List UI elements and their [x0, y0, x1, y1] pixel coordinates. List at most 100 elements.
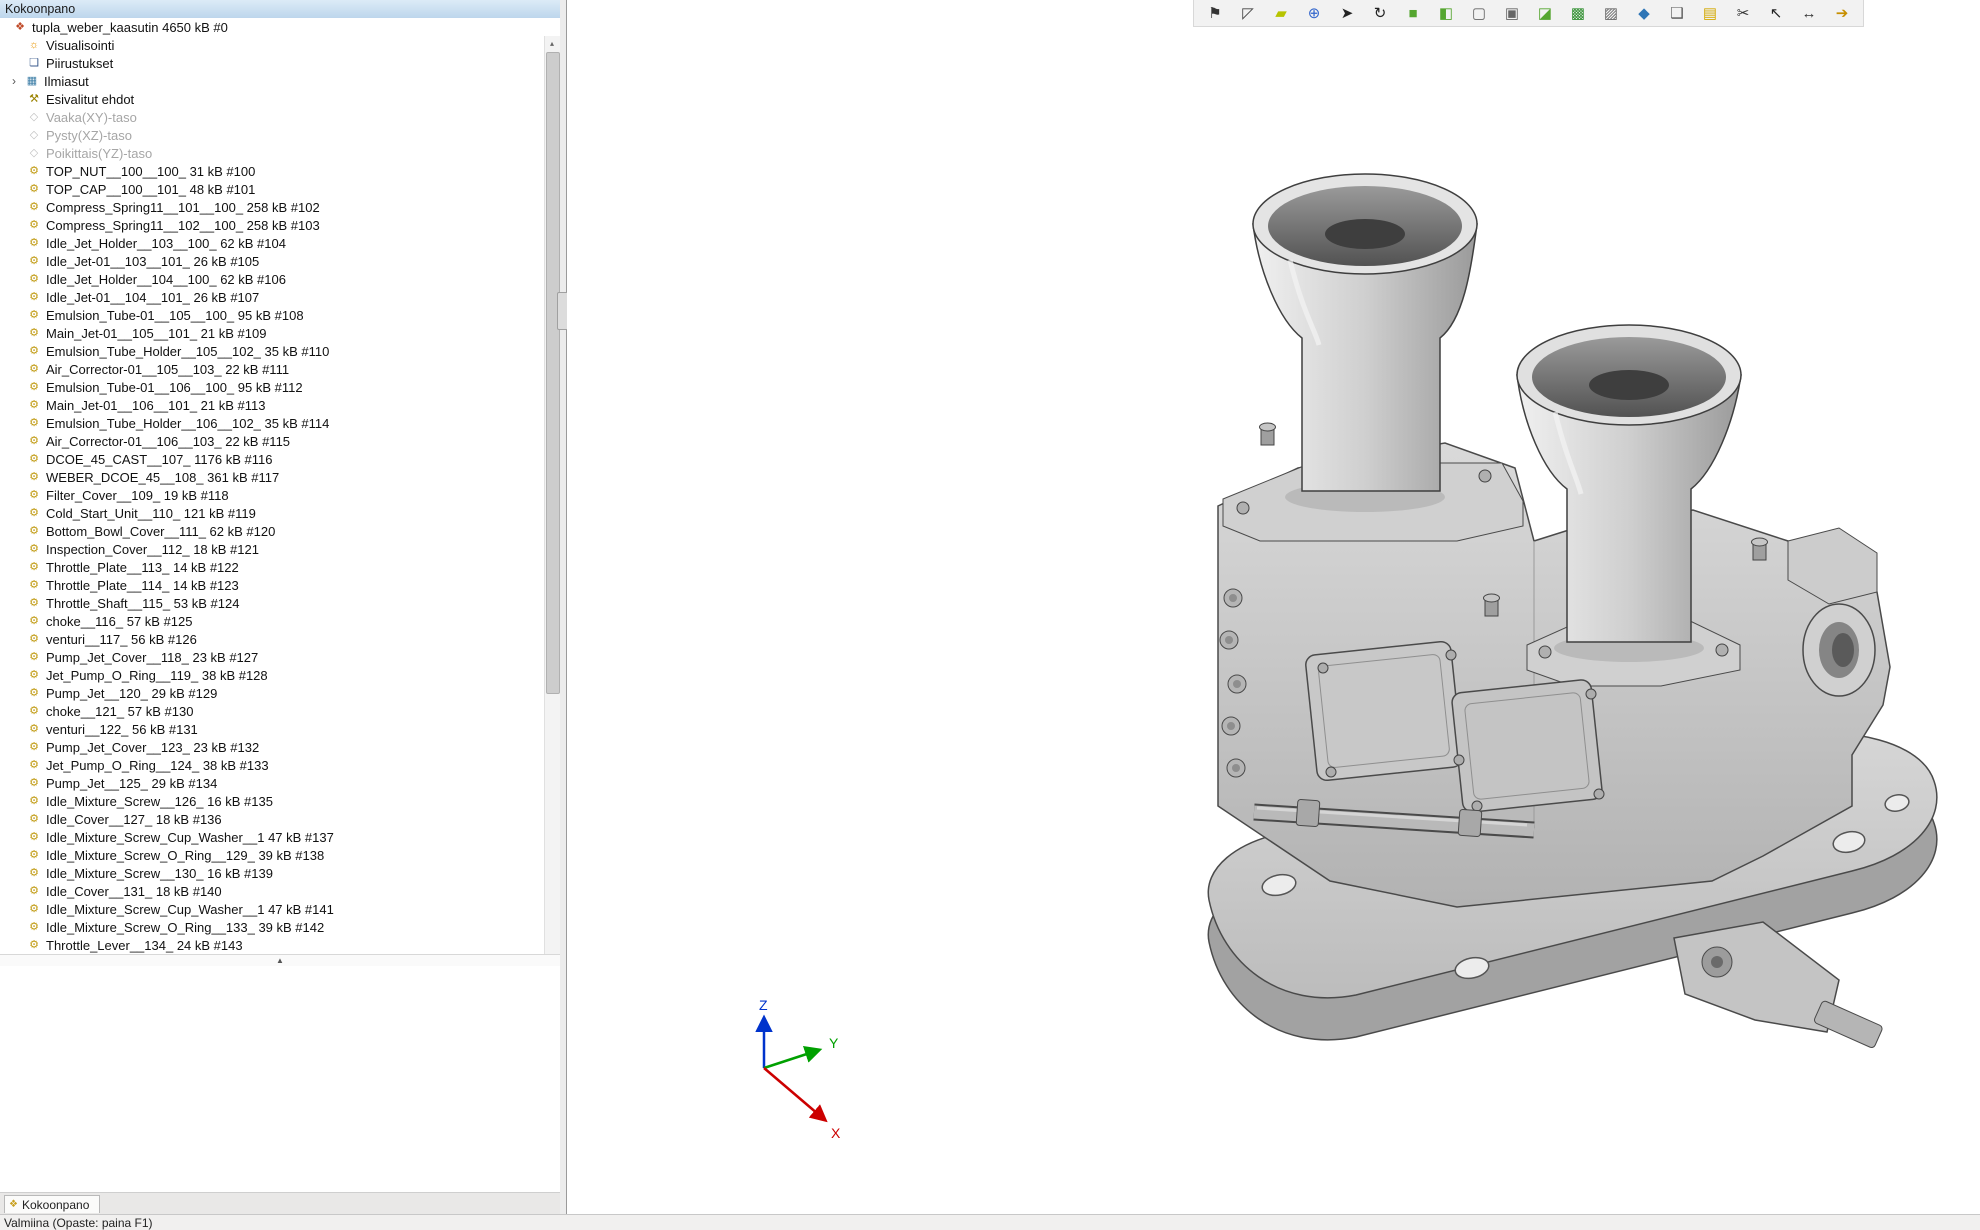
tree-item[interactable]: ⚙choke__116_ 57 kB #125 — [0, 612, 545, 630]
tree-item[interactable]: ⚙TOP_NUT__100__100_ 31 kB #100 — [0, 162, 545, 180]
tree-item[interactable]: ⚙Idle_Jet_Holder__104__100_ 62 kB #106 — [0, 270, 545, 288]
tab-kokoonpano[interactable]: ❖ Kokoonpano — [4, 1195, 100, 1213]
tree-item[interactable]: ⚙Emulsion_Tube_Holder__105__102_ 35 kB #… — [0, 342, 545, 360]
tree-item[interactable]: ⚙TOP_CAP__100__101_ 48 kB #101 — [0, 180, 545, 198]
layers-icon[interactable]: ▤ — [1697, 1, 1723, 25]
part-icon: ⚙ — [26, 288, 42, 306]
pin-icon[interactable]: ⚑ — [1202, 1, 1228, 25]
3d-model-canvas[interactable]: Z Y X — [567, 0, 1980, 1214]
tree-item[interactable]: ⚙Compress_Spring11__102__100_ 258 kB #10… — [0, 216, 545, 234]
cut-icon[interactable]: ✂ — [1730, 1, 1756, 25]
tree-item-label: Idle_Mixture_Screw_O_Ring__129_ 39 kB #1… — [46, 848, 324, 863]
tree-item[interactable]: ⚙Idle_Cover__127_ 18 kB #136 — [0, 810, 545, 828]
tree-item-label: Throttle_Plate__113_ 14 kB #122 — [46, 560, 239, 575]
tree-item[interactable]: ⚙Air_Corrector-01__106__103_ 22 kB #115 — [0, 432, 545, 450]
tree-item[interactable]: ⚙Bottom_Bowl_Cover__111_ 62 kB #120 — [0, 522, 545, 540]
tree-item[interactable]: ⚙Emulsion_Tube_Holder__106__102_ 35 kB #… — [0, 414, 545, 432]
tree-item[interactable]: ◇Pysty(XZ)-taso — [0, 126, 545, 144]
box-solid-icon[interactable]: ◧ — [1433, 1, 1459, 25]
tree-item[interactable]: ⚙venturi__122_ 56 kB #131 — [0, 720, 545, 738]
tree-item[interactable]: ⚙Idle_Mixture_Screw_O_Ring__133_ 39 kB #… — [0, 918, 545, 936]
tree-item-label: Pump_Jet_Cover__123_ 23 kB #132 — [46, 740, 259, 755]
tree-item[interactable]: ⚙Emulsion_Tube-01__106__100_ 95 kB #112 — [0, 378, 545, 396]
tree-item[interactable]: ⚙Idle_Jet-01__104__101_ 26 kB #107 — [0, 288, 545, 306]
tree-item[interactable]: ☼Visualisointi — [0, 36, 545, 54]
export-icon[interactable]: ➔ — [1829, 1, 1855, 25]
tree-item[interactable]: ⚙Throttle_Plate__114_ 14 kB #123 — [0, 576, 545, 594]
rotate-view-icon[interactable]: ↻ — [1367, 1, 1393, 25]
tree-item[interactable]: ⚙Idle_Mixture_Screw__130_ 16 kB #139 — [0, 864, 545, 882]
move-axes-icon[interactable]: ↔ — [1796, 1, 1822, 25]
panel-header[interactable]: Kokoonpano — [0, 0, 560, 19]
tree-item[interactable]: ⚙choke__121_ 57 kB #130 — [0, 702, 545, 720]
3d-viewport[interactable]: Z Y X — [567, 0, 1980, 1214]
tree-item[interactable]: ⚙Idle_Mixture_Screw_O_Ring__129_ 39 kB #… — [0, 846, 545, 864]
assembly-tree[interactable]: ❖tupla_weber_kaasutin 4650 kB #0☼Visuali… — [0, 18, 560, 954]
tree-item[interactable]: ⚙Jet_Pump_O_Ring__124_ 38 kB #133 — [0, 756, 545, 774]
tree-item[interactable]: ⚙Pump_Jet__125_ 29 kB #134 — [0, 774, 545, 792]
part-icon: ⚙ — [26, 468, 42, 486]
tree-item[interactable]: ⚙Compress_Spring11__101__100_ 258 kB #10… — [0, 198, 545, 216]
tree-root-item[interactable]: ❖tupla_weber_kaasutin 4650 kB #0 — [0, 18, 545, 36]
tree-item[interactable]: ⚙Main_Jet-01__106__101_ 21 kB #113 — [0, 396, 545, 414]
part-icon: ⚙ — [26, 900, 42, 918]
tree-item[interactable]: ⚙Emulsion_Tube-01__105__100_ 95 kB #108 — [0, 306, 545, 324]
tree-item-label: Visualisointi — [46, 38, 114, 53]
tree-item-label: Idle_Jet_Holder__103__100_ 62 kB #104 — [46, 236, 286, 251]
tree-item[interactable]: ⚙Main_Jet-01__105__101_ 21 kB #109 — [0, 324, 545, 342]
part-icon: ⚙ — [26, 882, 42, 900]
tree-item[interactable]: ⚙Jet_Pump_O_Ring__119_ 38 kB #128 — [0, 666, 545, 684]
tree-item[interactable]: ⚙Pump_Jet_Cover__123_ 23 kB #132 — [0, 738, 545, 756]
tree-item[interactable]: ◇Vaaka(XY)-taso — [0, 108, 545, 126]
tree-scrollbar[interactable]: ▴ ▾ — [544, 36, 560, 954]
tree-item-label: Idle_Cover__131_ 18 kB #140 — [46, 884, 222, 899]
tree-item[interactable]: ⚙Idle_Jet-01__103__101_ 26 kB #105 — [0, 252, 545, 270]
pick-point-icon[interactable]: ⊕ — [1301, 1, 1327, 25]
tree-item[interactable]: ⚒Esivalitut ehdot — [0, 90, 545, 108]
tree-item-label: Pump_Jet__120_ 29 kB #129 — [46, 686, 217, 701]
tree-item[interactable]: ⚙Idle_Jet_Holder__103__100_ 62 kB #104 — [0, 234, 545, 252]
context-cursor-icon[interactable]: ↖ — [1763, 1, 1789, 25]
expand-chevron-icon[interactable]: › — [12, 72, 24, 90]
tree-item-label: Jet_Pump_O_Ring__124_ 38 kB #133 — [46, 758, 269, 773]
shade-face-icon[interactable]: ■ — [1400, 1, 1426, 25]
box-half-shade-icon[interactable]: ◪ — [1532, 1, 1558, 25]
box-wireframe-icon[interactable]: ▢ — [1466, 1, 1492, 25]
section-hatch-icon[interactable]: ▨ — [1598, 1, 1624, 25]
tree-item[interactable]: ⚙Idle_Mixture_Screw__126_ 16 kB #135 — [0, 792, 545, 810]
tree-item[interactable]: ⚙DCOE_45_CAST__107_ 1176 kB #116 — [0, 450, 545, 468]
tree-item[interactable]: ⚙WEBER_DCOE_45__108_ 361 kB #117 — [0, 468, 545, 486]
scroll-up-icon[interactable]: ▴ — [545, 36, 559, 51]
cursor-icon[interactable]: ➤ — [1334, 1, 1360, 25]
tree-item[interactable]: ◇Poikittais(YZ)-taso — [0, 144, 545, 162]
drawing-sheet-icon[interactable]: ❑ — [1664, 1, 1690, 25]
tree-item[interactable]: ›▦Ilmiasut — [0, 72, 545, 90]
tree-item[interactable]: ⚙Pump_Jet__120_ 29 kB #129 — [0, 684, 545, 702]
tree-item[interactable]: ⚙Idle_Mixture_Screw_Cup_Washer__1 47 kB … — [0, 828, 545, 846]
panel-splitter[interactable] — [560, 0, 567, 1214]
tree-item[interactable]: ❏Piirustukset — [0, 54, 545, 72]
throttle-lever[interactable] — [1674, 922, 1883, 1049]
tree-item[interactable]: ⚙Cold_Start_Unit__110_ 121 kB #119 — [0, 504, 545, 522]
tree-item[interactable]: ⚙Throttle_Lever__134_ 24 kB #143 — [0, 936, 545, 954]
import-model-icon[interactable]: ◆ — [1631, 1, 1657, 25]
tree-item[interactable]: ⚙Inspection_Cover__112_ 18 kB #121 — [0, 540, 545, 558]
tree-item[interactable]: ⚙ Idle_Cover__131_ 18 kB #140 — [0, 882, 545, 900]
part-icon: ⚙ — [26, 432, 42, 450]
scrollbar-thumb[interactable] — [546, 52, 560, 694]
tree-item[interactable]: ⚙Air_Corrector-01__105__103_ 22 kB #111 — [0, 360, 545, 378]
box-hidden-line-icon[interactable]: ▣ — [1499, 1, 1525, 25]
side-boss[interactable] — [1803, 604, 1875, 696]
part-icon: ⚙ — [26, 828, 42, 846]
assembly-root-icon: ❖ — [12, 18, 28, 36]
select-frame-icon[interactable]: ◸ — [1235, 1, 1261, 25]
box-render-icon[interactable]: ▩ — [1565, 1, 1591, 25]
tree-item-label: Main_Jet-01__106__101_ 21 kB #113 — [46, 398, 266, 413]
measure-icon[interactable]: ▰ — [1268, 1, 1294, 25]
tree-item[interactable]: ⚙Throttle_Plate__113_ 14 kB #122 — [0, 558, 545, 576]
tree-item[interactable]: ⚙venturi__117_ 56 kB #126 — [0, 630, 545, 648]
tree-item[interactable]: ⚙Pump_Jet_Cover__118_ 23 kB #127 — [0, 648, 545, 666]
tree-item[interactable]: ⚙Throttle_Shaft__115_ 53 kB #124 — [0, 594, 545, 612]
tree-item[interactable]: ⚙Idle_Mixture_Screw_Cup_Washer__1 47 kB … — [0, 900, 545, 918]
tree-item[interactable]: ⚙Filter_Cover__109_ 19 kB #118 — [0, 486, 545, 504]
